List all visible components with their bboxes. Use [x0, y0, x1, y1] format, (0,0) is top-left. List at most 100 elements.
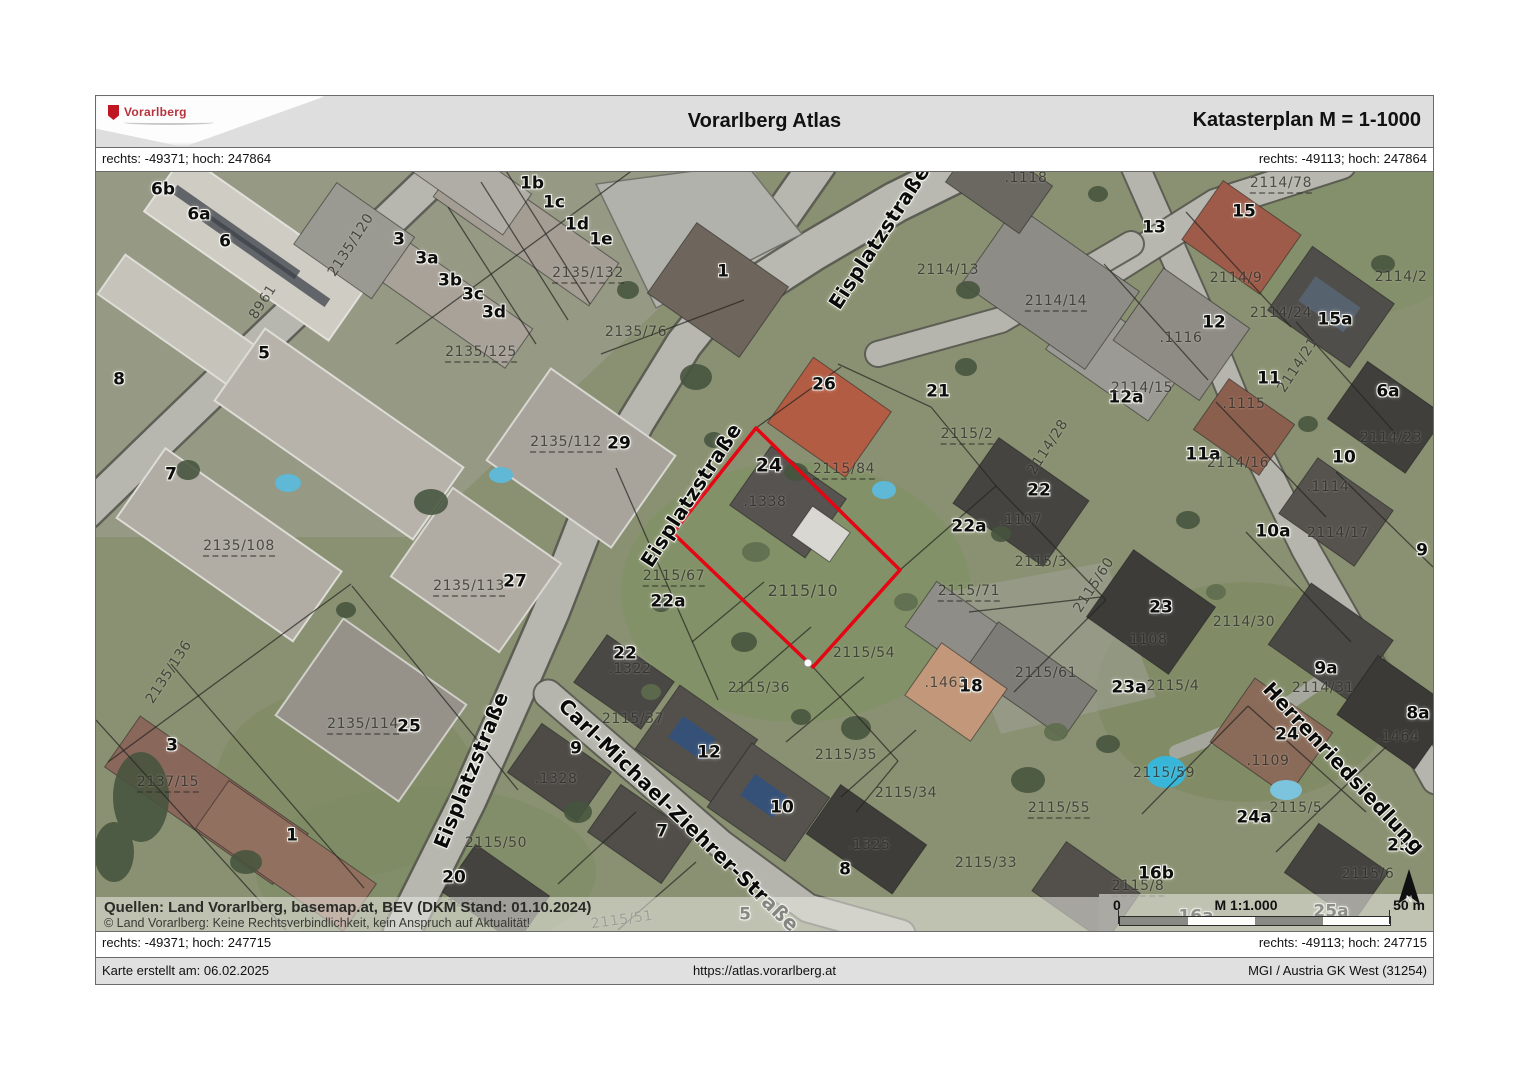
parcel-number-label: 2115/50 — [465, 836, 527, 850]
parcel-number-label: 2135/120 — [326, 211, 377, 279]
parcel-number-label: 2115/61 — [1015, 666, 1077, 680]
attribution-sources: Quellen: Land Vorarlberg, basemap.at, BE… — [104, 899, 1099, 916]
parcel-number-label: .1325 — [847, 838, 890, 852]
house-number-label: 1 — [286, 828, 298, 845]
parcel-number-label: 2115/34 — [875, 786, 937, 800]
parcel-number-label: 2135/76 — [605, 325, 667, 339]
parcel-number-label: 2115/84 — [813, 462, 875, 480]
house-number-label: 7 — [656, 824, 668, 841]
parcel-number-label: 2115/5 — [1270, 801, 1323, 815]
parcel-number-label: 2115/60 — [1071, 555, 1117, 615]
attribution-disclaimer: © Land Vorarlberg: Keine Rechtsverbindli… — [104, 916, 1099, 930]
house-number-label: 3c — [462, 287, 484, 304]
parcel-number-label: 2135/108 — [203, 539, 275, 557]
parcel-number-label: 2115/71 — [938, 584, 1000, 602]
parcel-number-label: .1107 — [999, 513, 1042, 527]
house-number-label: 9 — [570, 741, 582, 758]
house-number-label: 1e — [589, 232, 612, 249]
house-number-label: 3 — [393, 232, 405, 249]
parcel-number-label: 2135/132 — [552, 266, 624, 284]
parcel-number-label: 2114/30 — [1213, 615, 1275, 629]
house-number-label: 12a — [1108, 390, 1143, 407]
parcel-number-label: 2114/31 — [1292, 681, 1354, 695]
parcel-number-label: .1109 — [1246, 754, 1289, 768]
house-number-label: 20 — [442, 870, 466, 887]
parcel-number-label: 2115/35 — [815, 748, 877, 762]
house-number-label: 12 — [697, 745, 721, 762]
parcel-number-label: 2135/112 — [530, 435, 602, 453]
house-number-label: 3d — [482, 305, 506, 322]
parcel-number-label: 2115/59 — [1133, 766, 1195, 780]
attribution: Quellen: Land Vorarlberg, basemap.at, BE… — [96, 897, 1099, 931]
parcel-number-label: .1115 — [1222, 397, 1265, 411]
street-name-label: Herrenriedsiedlung — [1260, 679, 1429, 858]
house-number-label: 8a — [1406, 706, 1429, 723]
house-number-label: 25 — [397, 719, 421, 736]
parcel-number-label: .1108 — [1124, 633, 1167, 647]
house-number-label: 8 — [839, 862, 851, 879]
scale-bar-graphic — [1119, 916, 1391, 926]
house-number-label: 25 — [1387, 838, 1411, 855]
parcel-number-label: 2115/54 — [833, 646, 895, 660]
crs-label: MGI / Austria GK West (31254) — [1248, 963, 1427, 978]
house-number-label: 10 — [770, 800, 794, 817]
parcel-number-label: .1116 — [1159, 331, 1202, 345]
parcel-number-label: 2115/55 — [1028, 801, 1090, 819]
parcel-number-label: 2115/6 — [1342, 867, 1395, 881]
house-number-label: 27 — [503, 574, 527, 591]
house-number-label: 1c — [543, 195, 565, 212]
parcel-number-label: 2114/2 — [1375, 270, 1428, 284]
house-number-label: 8 — [113, 372, 125, 389]
house-number-label: 3 — [166, 738, 178, 755]
house-number-label: 16b — [1138, 866, 1174, 883]
parcel-number-label: .1464 — [1376, 730, 1419, 744]
parcel-number-label: 2115/33 — [955, 856, 1017, 870]
house-number-label: 15 — [1232, 204, 1256, 221]
parcel-number-label: 2115/10 — [768, 583, 839, 599]
parcel-number-label: .1118 — [1004, 172, 1047, 185]
house-number-label: 26 — [812, 377, 836, 394]
atlas-url[interactable]: https://atlas.vorarlberg.at — [96, 963, 1433, 978]
house-number-label: 11a — [1185, 447, 1220, 464]
house-number-label: 5 — [258, 346, 270, 363]
parcel-number-label: 2114/13 — [917, 263, 979, 277]
parcel-number-label: 8961 — [247, 282, 279, 322]
coords-top-left: rechts: -49371; hoch: 247864 — [102, 151, 271, 166]
coords-bottom-right: rechts: -49113; hoch: 247715 — [1259, 935, 1427, 950]
house-number-label: 6 — [219, 234, 231, 251]
house-number-label: 10a — [1255, 524, 1290, 541]
house-number-label: 6b — [151, 182, 175, 199]
parcel-number-label: 2114/28 — [1025, 417, 1071, 477]
parcel-number-label: 2114/17 — [1307, 526, 1369, 540]
street-name-label: Eisplatzstraße — [825, 172, 933, 312]
house-number-label: 13 — [1142, 220, 1166, 237]
house-number-label: 10 — [1332, 450, 1356, 467]
parcel-number-label: 2135/114 — [327, 717, 399, 735]
street-name-label: Eisplatzstraße — [431, 689, 512, 851]
scale-ratio: M 1:1.000 — [1099, 897, 1393, 913]
parcel-number-label: 2114/16 — [1207, 456, 1269, 470]
map-sheet: Vorarlberg Vorarlberg Atlas Katasterplan… — [95, 95, 1434, 985]
street-name-label: Eisplatzstraße — [637, 420, 745, 571]
parcel-number-label: .1328 — [534, 772, 577, 786]
house-number-label: 6a — [1376, 384, 1399, 401]
house-number-label: 22 — [1027, 483, 1051, 500]
parcel-number-label: 2115/67 — [643, 569, 705, 587]
house-number-label: 22a — [650, 594, 685, 611]
house-number-label: 3a — [415, 251, 438, 268]
house-number-label: 6a — [187, 207, 210, 224]
house-number-label: 21 — [926, 384, 950, 401]
parcel-number-label: 2114/78 — [1250, 176, 1312, 194]
parcel-number-label: .1114 — [1306, 480, 1349, 494]
house-number-label: 9a — [1314, 661, 1337, 678]
house-number-label: 24 — [756, 457, 782, 476]
parcel-number-label: 2135/136 — [144, 638, 195, 706]
parcel-number-label: .1322 — [608, 662, 651, 676]
parcel-number-label: 2115/4 — [1147, 679, 1200, 693]
parcel-number-label: 2115/37 — [602, 712, 664, 726]
map-type-title: Katasterplan M = 1-1000 — [1193, 109, 1421, 132]
parcel-number-label: .1463 — [924, 676, 967, 690]
map-viewport[interactable]: 6b6a6857312025272922a22971210851b1c1d1e3… — [96, 172, 1433, 932]
house-number-label: 1b — [520, 176, 544, 193]
house-number-label: 22 — [613, 646, 637, 663]
